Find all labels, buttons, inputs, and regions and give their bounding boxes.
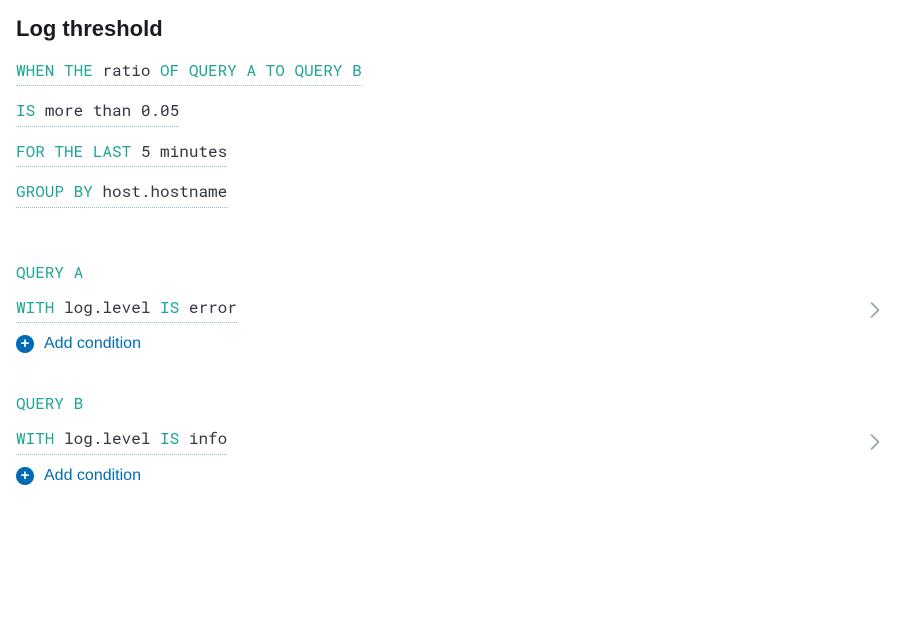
duration-expression[interactable]: FOR THE LAST 5 minutes [16, 141, 227, 167]
query-a-condition-row: WITH log.level IS error [16, 297, 880, 323]
keyword-with: WITH [16, 428, 54, 449]
keyword-for-the-last: FOR THE LAST [16, 141, 131, 162]
keyword-group-by: GROUP BY [16, 181, 93, 202]
value-comparator: more than [45, 100, 131, 121]
query-b-add-condition-button[interactable]: + Add condition [16, 467, 141, 485]
value-ratio: ratio [102, 60, 150, 81]
query-b-label: QUERY B [16, 393, 908, 414]
page-title: Log threshold [16, 16, 908, 42]
query-a-expand-icon[interactable] [870, 302, 880, 318]
threshold-when-line: WHEN THE ratio OF QUERY A TO QUERY B [16, 60, 908, 100]
query-b-field: log.level [64, 428, 150, 449]
query-b-condition-row: WITH log.level IS info [16, 428, 880, 454]
groupby-expression[interactable]: GROUP BY host.hostname [16, 181, 227, 207]
threshold-is-line: IS more than 0.05 [16, 100, 908, 140]
keyword-is: IS [160, 428, 179, 449]
threshold-duration-line: FOR THE LAST 5 minutes [16, 141, 908, 181]
add-condition-label: Add condition [44, 467, 141, 485]
query-b-value: info [189, 428, 227, 449]
query-a-add-condition-button[interactable]: + Add condition [16, 335, 141, 353]
query-a-value: error [189, 297, 237, 318]
query-a-label: QUERY A [16, 262, 908, 283]
query-a-condition[interactable]: WITH log.level IS error [16, 297, 237, 323]
value-threshold: 0.05 [141, 100, 179, 121]
plus-icon: + [16, 335, 34, 353]
when-expression[interactable]: WHEN THE ratio OF QUERY A TO QUERY B [16, 60, 362, 86]
keyword-with: WITH [16, 297, 54, 318]
query-b-expand-icon[interactable] [870, 434, 880, 450]
add-condition-label: Add condition [44, 335, 141, 353]
plus-icon: + [16, 467, 34, 485]
query-b-condition[interactable]: WITH log.level IS info [16, 428, 227, 454]
keyword-when-the: WHEN THE [16, 60, 93, 81]
value-group-field: host.hostname [102, 181, 227, 202]
keyword-is: IS [160, 297, 179, 318]
keyword-of-query: OF QUERY A TO QUERY B [160, 60, 362, 81]
is-expression[interactable]: IS more than 0.05 [16, 100, 179, 126]
keyword-is: IS [16, 100, 35, 121]
query-a-field: log.level [64, 297, 150, 318]
value-duration: 5 minutes [141, 141, 227, 162]
threshold-groupby-line: GROUP BY host.hostname [16, 181, 908, 221]
